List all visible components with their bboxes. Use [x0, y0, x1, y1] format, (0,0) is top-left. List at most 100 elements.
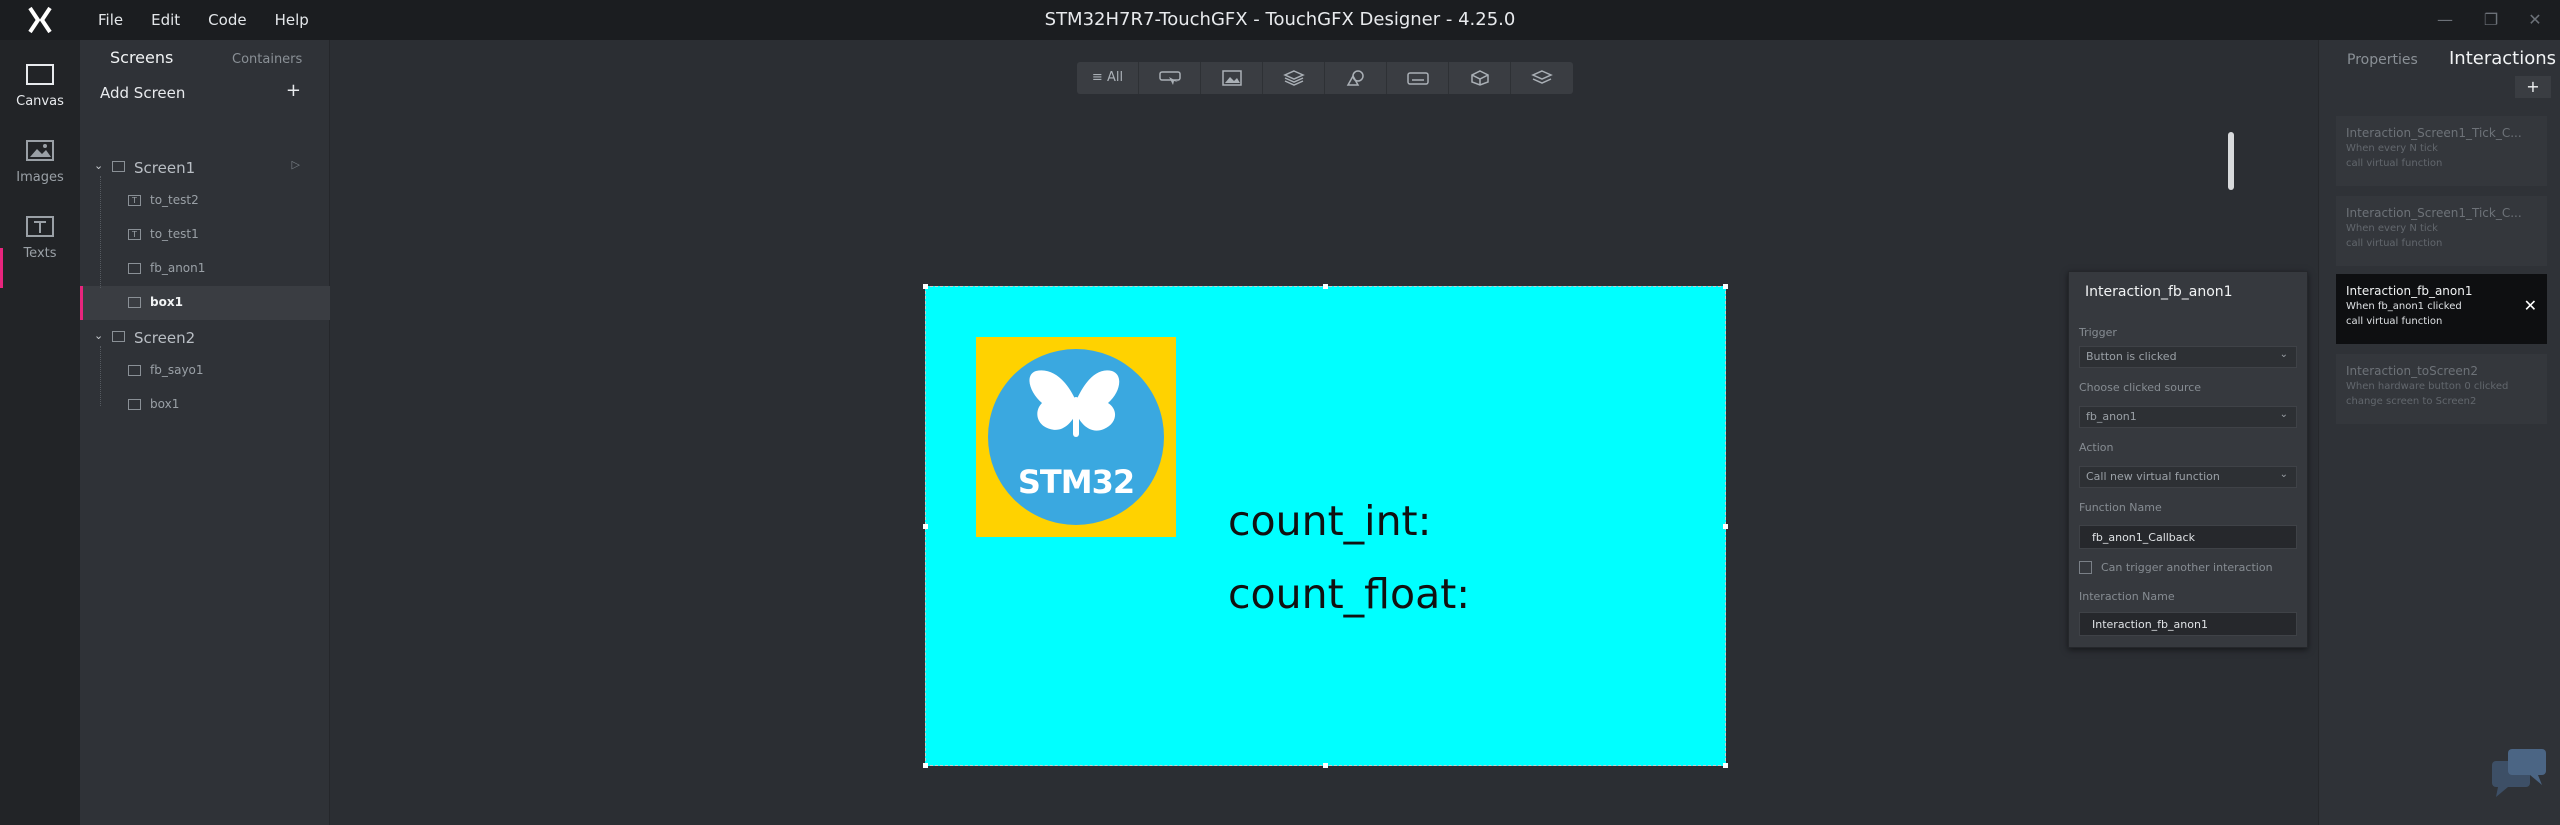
tree-item-to-test1[interactable]: T to_test1 [80, 218, 330, 252]
interaction-card-trigger: When every N tick [2346, 143, 2438, 154]
interaction-card-action: call virtual function [2346, 238, 2443, 249]
resize-handle[interactable] [923, 763, 928, 768]
interaction-name-label: Interaction Name [2079, 590, 2175, 603]
count-float-text[interactable]: count_float: [1228, 570, 1470, 618]
shape-widgets-button[interactable] [1325, 62, 1387, 94]
box-widget-icon [128, 399, 141, 410]
stm32-logo-image[interactable]: STM32 [976, 337, 1176, 537]
tab-interactions[interactable]: Interactions [2449, 48, 2556, 69]
add-screen-label[interactable]: Add Screen [100, 84, 185, 102]
list-icon: ≡ [1091, 70, 1107, 85]
filter-all-label: All [1106, 70, 1124, 85]
tree-label: fb_anon1 [150, 261, 206, 275]
tree-guide [100, 176, 101, 288]
filter-all-button[interactable]: ≡ All [1077, 62, 1139, 94]
screens-panel: Screens Containers Add Screen + ⌄ Screen… [80, 40, 330, 825]
flex-button-icon [128, 263, 141, 274]
left-nav: Canvas Images Texts [0, 40, 80, 825]
tab-screens[interactable]: Screens [110, 48, 173, 67]
resize-handle[interactable] [923, 284, 928, 289]
menu-help[interactable]: Help [261, 0, 323, 40]
add-screen-plus-icon[interactable]: + [286, 80, 301, 101]
3d-widgets-button[interactable] [1449, 62, 1511, 94]
interactions-scrollbar[interactable] [2228, 132, 2234, 190]
misc-widgets-button[interactable] [1511, 62, 1573, 94]
tree-item-box1-screen2[interactable]: box1 [80, 388, 330, 422]
touchgfx-logo-icon[interactable] [22, 6, 58, 34]
close-icon[interactable]: ✕ [2524, 296, 2537, 315]
resize-handle[interactable] [1723, 524, 1728, 529]
text-widget-icon: T [128, 229, 141, 240]
box-widget-icon [128, 297, 141, 308]
interaction-card-action: call virtual function [2346, 316, 2443, 327]
tree-item-to-test2[interactable]: T to_test2 [80, 184, 330, 218]
close-icon[interactable]: ✕ [2514, 0, 2556, 40]
chevron-down-icon[interactable]: ⌄ [94, 159, 103, 172]
flex-button-icon [128, 365, 141, 376]
resize-handle[interactable] [923, 524, 928, 529]
interaction-card[interactable]: Interaction_toScreen2 When hardware butt… [2336, 354, 2547, 424]
tree-label: box1 [150, 295, 183, 309]
interaction-card-active[interactable]: Interaction_fb_anon1 When fb_anon1 click… [2336, 274, 2547, 344]
can-trigger-checkbox[interactable] [2079, 561, 2092, 574]
nav-canvas[interactable]: Canvas [0, 52, 80, 122]
interaction-card[interactable]: Interaction_Screen1_Tick_C... When every… [2336, 196, 2547, 266]
screen-icon [112, 161, 125, 172]
button-icon [1158, 71, 1181, 85]
image-widgets-button[interactable] [1201, 62, 1263, 94]
screen-icon [112, 331, 125, 342]
container-widgets-button[interactable] [1263, 62, 1325, 94]
menu-code[interactable]: Code [194, 0, 260, 40]
menu-edit[interactable]: Edit [137, 0, 194, 40]
resize-handle[interactable] [1323, 284, 1328, 289]
action-select-value: Call new virtual function [2086, 470, 2220, 483]
tree-item-fb-sayo1[interactable]: fb_sayo1 [80, 354, 330, 388]
interaction-card-trigger: When every N tick [2346, 223, 2438, 234]
screen-canvas[interactable]: STM32 count_int: count_float: [923, 284, 1728, 768]
add-interaction-button[interactable]: + [2515, 76, 2551, 98]
interaction-card[interactable]: Interaction_Screen1_Tick_C... When every… [2336, 116, 2547, 186]
tab-containers[interactable]: Containers [232, 52, 302, 67]
resize-handle[interactable] [1723, 763, 1728, 768]
interactions-panel: Properties Interactions + Interaction_Sc… [2318, 40, 2560, 825]
function-name-input[interactable]: fb_anon1_Callback [2079, 525, 2297, 549]
tree-label: fb_sayo1 [150, 363, 204, 377]
source-select[interactable]: fb_anon1 ⌄ [2079, 406, 2297, 428]
tab-properties[interactable]: Properties [2347, 52, 2418, 68]
nav-images[interactable]: Images [0, 128, 80, 198]
image-icon [1221, 70, 1242, 86]
menu-file[interactable]: File [84, 0, 137, 40]
chat-bubbles-icon[interactable] [2486, 745, 2550, 805]
action-select[interactable]: Call new virtual function ⌄ [2079, 466, 2297, 488]
3d-icon [1470, 70, 1489, 86]
tree-guide [100, 346, 101, 406]
tree-screen1[interactable]: ⌄ Screen1 ▷ [80, 150, 330, 184]
resize-handle[interactable] [1723, 284, 1728, 289]
interaction-card-trigger: When fb_anon1 clicked [2346, 301, 2462, 312]
interaction-card-title: Interaction_fb_anon1 [2346, 284, 2473, 298]
trigger-select[interactable]: Button is clicked ⌄ [2079, 346, 2297, 368]
maximize-icon[interactable]: ❐ [2470, 0, 2512, 40]
trigger-select-value: Button is clicked [2086, 350, 2177, 363]
minimize-icon[interactable]: — [2424, 0, 2466, 40]
interaction-name-input[interactable]: Interaction_fb_anon1 [2079, 612, 2297, 636]
tree-item-box1[interactable]: box1 [80, 286, 330, 320]
chevron-down-icon: ⌄ [2279, 409, 2288, 420]
resize-handle[interactable] [1323, 763, 1328, 768]
text-widget-icon: T [128, 195, 141, 206]
chevron-down-icon[interactable]: ⌄ [94, 329, 103, 342]
source-select-value: fb_anon1 [2086, 410, 2137, 423]
nav-texts[interactable]: Texts [0, 204, 80, 274]
interaction-card-trigger: When hardware button 0 clicked [2346, 381, 2509, 392]
tree-item-fb-anon1[interactable]: fb_anon1 [80, 252, 330, 286]
play-icon[interactable]: ▷ [292, 158, 300, 171]
count-int-text[interactable]: count_int: [1228, 497, 1431, 545]
chevron-down-icon: ⌄ [2279, 469, 2288, 480]
chevron-down-icon: ⌄ [2279, 349, 2288, 360]
tree-label: to_test1 [150, 227, 199, 241]
window-title: STM32H7R7-TouchGFX - TouchGFX Designer -… [1044, 9, 1516, 30]
button-widgets-button[interactable] [1139, 62, 1201, 94]
tree-screen2[interactable]: ⌄ Screen2 [80, 320, 330, 354]
input-widgets-button[interactable] [1387, 62, 1449, 94]
stm32-logo-circle: STM32 [988, 349, 1164, 525]
